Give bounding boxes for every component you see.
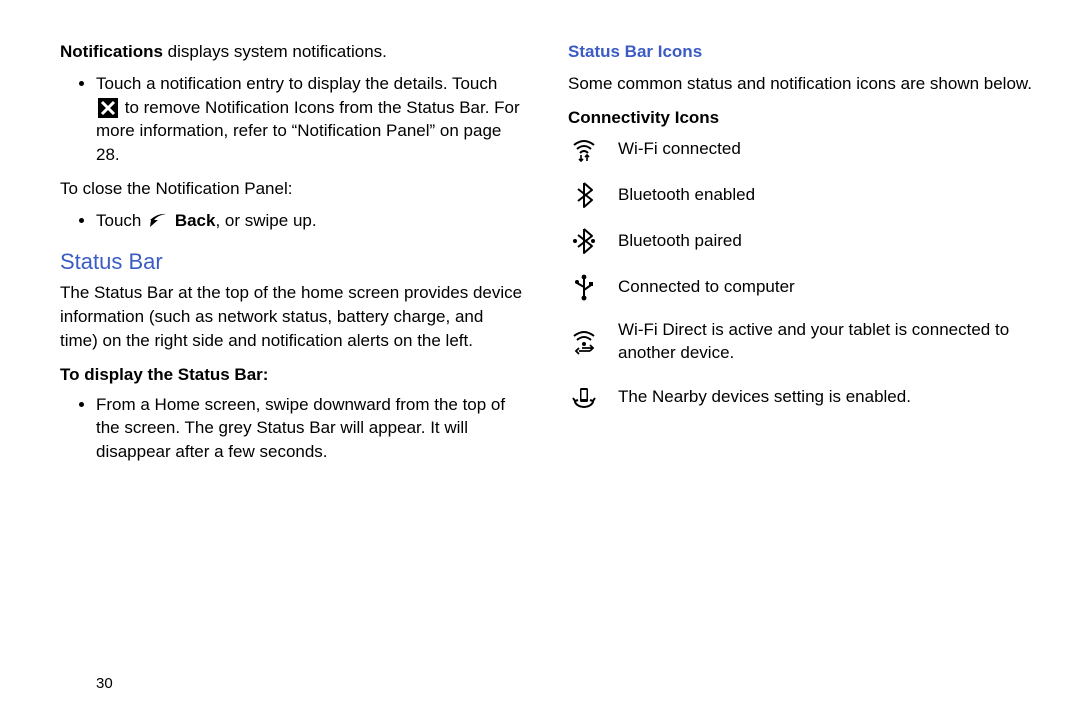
- connectivity-icons-heading: Connectivity Icons: [568, 106, 1032, 130]
- status-bar-heading: Status Bar: [60, 247, 524, 278]
- close-icon: [98, 98, 118, 118]
- close-panel-bullets: Touch Back, or swipe up.: [60, 209, 524, 233]
- icon-row-wifi: Wi-Fi connected: [568, 135, 1032, 163]
- display-status-bar-bullets: From a Home screen, swipe downward from …: [60, 393, 524, 464]
- close-bullet-back: Back: [175, 211, 216, 230]
- notifications-intro: Notifications displays system notificati…: [60, 40, 524, 64]
- notifications-intro-bold: Notifications: [60, 42, 163, 61]
- nearby-devices-icon: [568, 383, 600, 411]
- wifi-direct-label: Wi-Fi Direct is active and your tablet i…: [618, 319, 1032, 365]
- close-panel-line: To close the Notification Panel:: [60, 177, 524, 201]
- notifications-bullets: Touch a notification entry to display th…: [60, 72, 524, 167]
- page: Notifications displays system notificati…: [0, 0, 1080, 720]
- back-icon: [148, 211, 168, 231]
- icon-row-bt-enabled: Bluetooth enabled: [568, 181, 1032, 209]
- page-number: 30: [96, 675, 113, 692]
- two-column-layout: Notifications displays system notificati…: [60, 40, 1032, 474]
- notifications-intro-rest: displays system notifications.: [163, 42, 387, 61]
- display-status-bar-bullet: From a Home screen, swipe downward from …: [96, 393, 524, 464]
- bt-paired-label: Bluetooth paired: [618, 230, 1032, 253]
- icon-row-nearby: The Nearby devices setting is enabled.: [568, 383, 1032, 411]
- wifi-label: Wi-Fi connected: [618, 138, 1032, 161]
- status-bar-icons-heading: Status Bar Icons: [568, 40, 1032, 64]
- right-column: Status Bar Icons Some common status and …: [568, 40, 1032, 474]
- left-column: Notifications displays system notificati…: [60, 40, 524, 474]
- bullet1-part-c: “Notification Panel”: [292, 121, 440, 140]
- status-bar-icons-intro: Some common status and notification icon…: [568, 72, 1032, 96]
- icon-row-wifi-direct: Wi-Fi Direct is active and your tablet i…: [568, 319, 1032, 365]
- display-status-bar-subhead: To display the Status Bar:: [60, 363, 524, 387]
- close-bullet-a: Touch: [96, 211, 146, 230]
- notifications-bullet-1: Touch a notification entry to display th…: [96, 72, 524, 167]
- bluetooth-paired-icon: [568, 227, 600, 255]
- bluetooth-enabled-icon: [568, 181, 600, 209]
- usb-icon: [568, 273, 600, 301]
- nearby-label: The Nearby devices setting is enabled.: [618, 386, 1032, 409]
- icon-row-usb: Connected to computer: [568, 273, 1032, 301]
- bt-enabled-label: Bluetooth enabled: [618, 184, 1032, 207]
- wifi-icon: [568, 135, 600, 163]
- close-panel-bullet: Touch Back, or swipe up.: [96, 209, 524, 233]
- icon-row-bt-paired: Bluetooth paired: [568, 227, 1032, 255]
- status-bar-body: The Status Bar at the top of the home sc…: [60, 281, 524, 352]
- bullet1-part-a: Touch a notification entry to display th…: [96, 74, 497, 93]
- wifi-direct-icon: [568, 328, 600, 356]
- close-bullet-c: , or swipe up.: [215, 211, 316, 230]
- usb-label: Connected to computer: [618, 276, 1032, 299]
